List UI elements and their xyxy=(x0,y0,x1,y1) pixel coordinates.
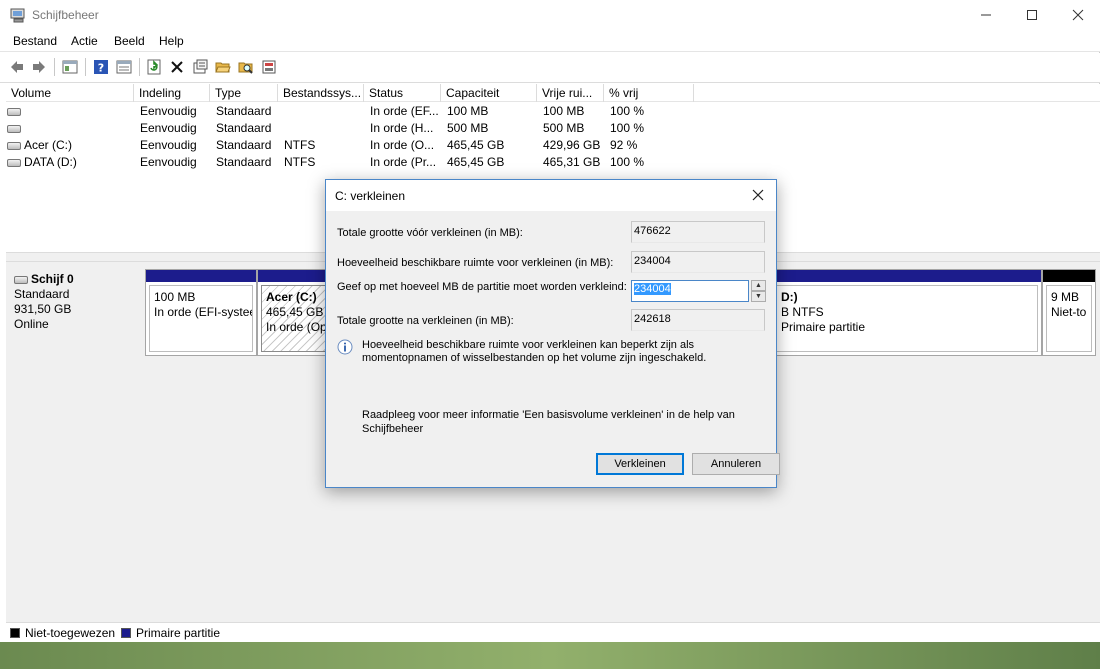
column-type[interactable]: Type xyxy=(210,84,278,102)
properties-icon xyxy=(193,59,208,74)
disk-icon xyxy=(14,275,28,284)
table-row[interactable]: DATA (D:) Eenvoudig Standaard NTFS In or… xyxy=(6,154,1100,171)
column-vrije-ruimte[interactable]: Vrije rui... xyxy=(537,84,604,102)
legend-swatch xyxy=(10,628,20,638)
maximize-button[interactable] xyxy=(1009,0,1055,30)
disk-name: Schijf 0 xyxy=(31,272,74,286)
partition-unallocated[interactable]: 9 MB Niet-to xyxy=(1042,269,1096,356)
properties-button[interactable] xyxy=(190,57,210,77)
partition-d[interactable]: D:) B NTFS Primaire partitie xyxy=(772,269,1042,356)
minimize-icon xyxy=(981,14,991,16)
refresh-button[interactable] xyxy=(144,57,164,77)
delete-icon xyxy=(171,61,183,73)
explore-icon xyxy=(238,62,253,74)
console-tree-button[interactable] xyxy=(60,57,80,77)
maximize-icon xyxy=(1027,10,1037,20)
table-row[interactable]: Acer (C:) Eenvoudig Standaard NTFS In or… xyxy=(6,137,1100,154)
shrink-amount-stepper: 234004 ▲ ▼ xyxy=(631,280,766,302)
settings-button[interactable] xyxy=(259,57,279,77)
console-tree-icon xyxy=(62,60,78,74)
table-row[interactable]: Eenvoudig Standaard In orde (EF... 100 M… xyxy=(6,103,1100,120)
help-icon: ? xyxy=(94,60,108,75)
drive-icon xyxy=(7,107,21,116)
shrink-dialog: C: verkleinen Totale grootte vóór verkle… xyxy=(325,179,780,488)
disk-management-icon xyxy=(10,8,25,23)
drive-icon xyxy=(7,124,21,133)
menu-bestand[interactable]: Bestand xyxy=(13,34,57,48)
back-icon xyxy=(11,61,23,73)
close-icon xyxy=(752,189,764,201)
list-view-icon xyxy=(116,60,132,74)
disk-size: 931,50 GB xyxy=(14,302,72,316)
spin-down-button[interactable]: ▼ xyxy=(751,291,766,302)
drive-icon xyxy=(7,158,21,167)
open-folder-icon xyxy=(215,62,231,73)
help-text: Raadpleeg voor meer informatie 'Een basi… xyxy=(362,409,735,435)
column-status[interactable]: Status xyxy=(364,84,441,102)
info-text: Hoeveelheid beschikbare ruimte voor verk… xyxy=(362,339,707,364)
open-button[interactable] xyxy=(213,57,233,77)
disk-status: Online xyxy=(14,317,49,331)
legend: Niet-toegewezen Primaire partitie xyxy=(6,622,1100,642)
volume-list-header: Volume Indeling Type Bestandssys... Stat… xyxy=(6,84,1100,102)
available-space-value: 234004 xyxy=(631,251,765,273)
shrink-amount-input[interactable]: 234004 xyxy=(631,280,749,302)
column-bestandssysteem[interactable]: Bestandssys... xyxy=(278,84,364,102)
back-button[interactable] xyxy=(7,57,27,77)
menu-actie[interactable]: Actie xyxy=(71,34,98,48)
close-button[interactable] xyxy=(1055,0,1100,30)
shrink-amount-label: Geef op met hoeveel MB de partitie moet … xyxy=(337,281,627,293)
column-capaciteit[interactable]: Capaciteit xyxy=(441,84,537,102)
help-button[interactable]: ? xyxy=(91,57,111,77)
forward-icon xyxy=(33,61,45,73)
close-icon xyxy=(1072,9,1084,21)
column-indeling[interactable]: Indeling xyxy=(134,84,210,102)
delete-button[interactable] xyxy=(167,57,187,77)
dialog-close-button[interactable] xyxy=(746,184,770,206)
total-size-value: 476622 xyxy=(631,221,765,243)
dialog-title: C: verkleinen xyxy=(335,189,406,203)
column-percent-vrij[interactable]: % vrij xyxy=(604,84,694,102)
forward-button[interactable] xyxy=(29,57,49,77)
refresh-icon xyxy=(147,59,161,75)
window-title: Schijfbeheer xyxy=(32,8,99,22)
menu-beeld[interactable]: Beeld xyxy=(114,34,145,48)
menu-help[interactable]: Help xyxy=(159,34,184,48)
column-volume[interactable]: Volume xyxy=(6,84,134,102)
disk-0-label[interactable]: Schijf 0 Standaard 931,50 GB Online xyxy=(8,266,144,362)
total-size-label: Totale grootte vóór verkleinen (in MB): xyxy=(337,227,523,239)
explore-button[interactable] xyxy=(236,57,256,77)
table-row[interactable]: Eenvoudig Standaard In orde (H... 500 MB… xyxy=(6,120,1100,137)
legend-unallocated: Niet-toegewezen xyxy=(10,626,115,640)
svg-text:?: ? xyxy=(98,62,104,75)
toolbar: ? xyxy=(0,53,1100,83)
minimize-button[interactable] xyxy=(963,0,1009,30)
partition-efi[interactable]: 100 MB In orde (EFI-systee xyxy=(145,269,257,356)
legend-primary: Primaire partitie xyxy=(121,626,220,640)
menu-bar: Bestand Actie Beeld Help xyxy=(0,30,1100,52)
desktop-background xyxy=(0,642,1100,669)
dialog-title-bar: C: verkleinen xyxy=(326,180,776,211)
size-after-value: 242618 xyxy=(631,309,765,331)
drive-icon xyxy=(7,141,21,150)
legend-swatch xyxy=(121,628,131,638)
spin-up-button[interactable]: ▲ xyxy=(751,280,766,291)
settings-icon xyxy=(262,60,276,74)
list-view-button[interactable] xyxy=(114,57,134,77)
shrink-button[interactable]: Verkleinen xyxy=(596,453,684,475)
disk-type: Standaard xyxy=(14,287,70,301)
cancel-button[interactable]: Annuleren xyxy=(692,453,780,475)
title-bar: Schijfbeheer xyxy=(0,0,1100,30)
info-icon xyxy=(337,339,353,355)
size-after-label: Totale grootte na verkleinen (in MB): xyxy=(337,315,514,327)
available-space-label: Hoeveelheid beschikbare ruimte voor verk… xyxy=(337,257,614,269)
